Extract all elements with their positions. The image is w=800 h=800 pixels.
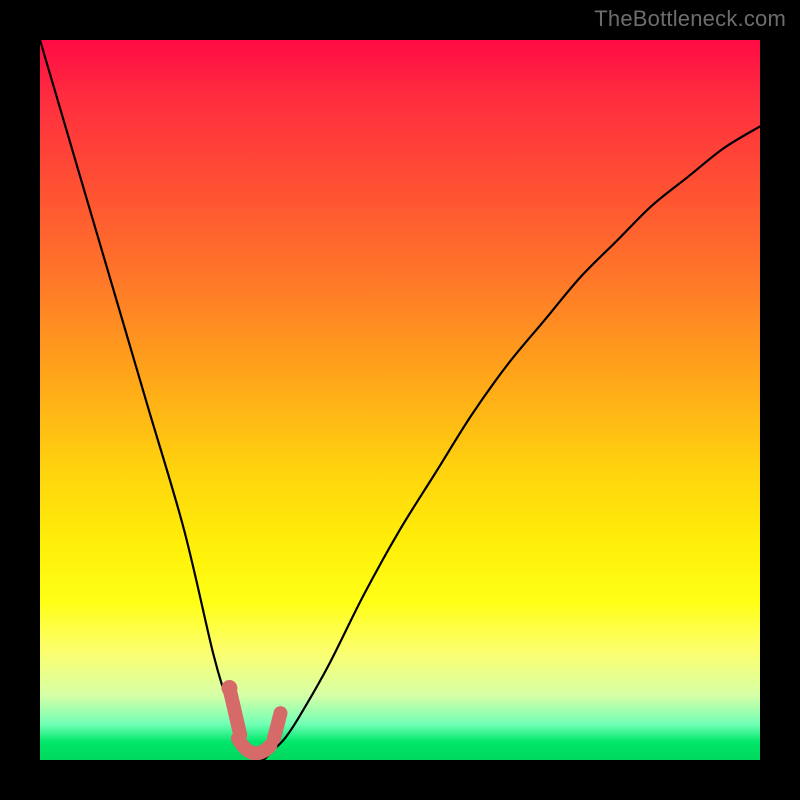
bottom-marker [238, 738, 270, 753]
curve-markers [221, 680, 280, 753]
left-marker-dot [221, 680, 237, 696]
bottleneck-curve [40, 40, 760, 760]
right-marker [274, 713, 281, 738]
plot-area [40, 40, 760, 760]
watermark-label: TheBottleneck.com [594, 6, 786, 32]
chart-svg [40, 40, 760, 760]
chart-frame: TheBottleneck.com [0, 0, 800, 800]
